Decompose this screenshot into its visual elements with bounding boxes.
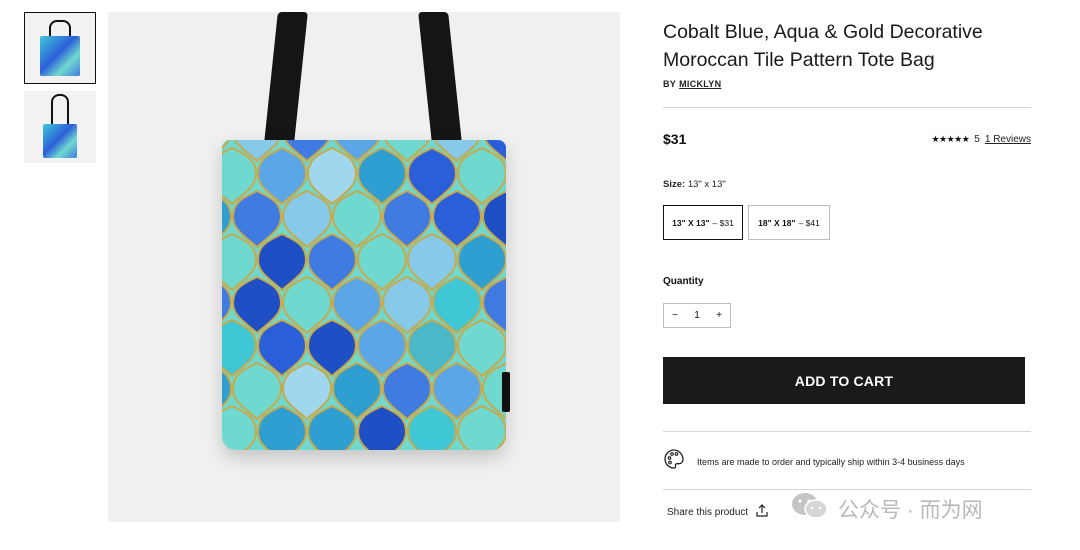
bag-label-tag <box>502 372 510 412</box>
thumbnail-bag-image-2 <box>43 94 77 160</box>
share-product-button[interactable]: Share this product <box>667 504 768 520</box>
main-product-image[interactable] <box>108 12 620 522</box>
palette-icon <box>663 448 685 475</box>
quantity-label: Quantity <box>663 276 704 287</box>
thumbnail-model[interactable] <box>24 91 96 163</box>
wechat-icon <box>790 491 830 527</box>
size-label-prefix: Size: <box>663 179 686 190</box>
moroccan-tile-pattern <box>222 140 506 450</box>
tote-bag-body <box>222 140 506 450</box>
quantity-value[interactable]: 1 <box>686 310 708 321</box>
size-selected-value: 13" x 13" <box>687 179 726 190</box>
shipping-info: Items are made to order and typically sh… <box>663 448 965 475</box>
price: $31 <box>663 131 687 147</box>
size-option-price: – $31 <box>712 217 734 228</box>
share-upload-icon <box>756 504 768 520</box>
rating-value: 5 <box>974 134 980 145</box>
size-option-label: 13" X 13" <box>672 217 710 228</box>
reviews-link[interactable]: 1 Reviews <box>985 134 1031 145</box>
divider-top <box>663 107 1031 108</box>
product-title: Cobalt Blue, Aqua & Gold Decorative Moro… <box>663 21 983 71</box>
quantity-increase-button[interactable]: + <box>708 310 730 321</box>
quantity-stepper: − 1 + <box>663 303 731 328</box>
shipping-text: Items are made to order and typically sh… <box>697 456 965 467</box>
artist-line: BY MICKLYN <box>663 79 721 89</box>
size-option-label: 18" X 18" <box>758 217 796 228</box>
watermark: 公众号 · 而为网 <box>790 491 983 527</box>
star-rating-icon: ★★★★★ <box>931 134 970 144</box>
product-page: Cobalt Blue, Aqua & Gold Decorative Moro… <box>0 0 1080 550</box>
artist-link[interactable]: MICKLYN <box>679 79 721 89</box>
size-label: Size: 13" x 13" <box>663 179 726 190</box>
size-option-18x18[interactable]: 18" X 18" – $41 <box>748 205 830 240</box>
thumbnail-front[interactable] <box>24 12 96 84</box>
by-prefix: BY <box>663 79 677 89</box>
watermark-text: 公众号 · 而为网 <box>838 499 983 522</box>
size-option-price: – $41 <box>798 217 820 228</box>
rating: ★★★★★ 5 1 Reviews <box>931 134 1031 145</box>
quantity-decrease-button[interactable]: − <box>664 310 686 321</box>
size-option-13x13[interactable]: 13" X 13" – $31 <box>663 205 743 240</box>
add-to-cart-button[interactable]: ADD TO CART <box>663 357 1025 404</box>
divider-bottom <box>663 489 1031 490</box>
divider-middle <box>663 431 1031 432</box>
thumbnail-bag-image <box>40 20 80 76</box>
share-label: Share this product <box>667 506 749 518</box>
